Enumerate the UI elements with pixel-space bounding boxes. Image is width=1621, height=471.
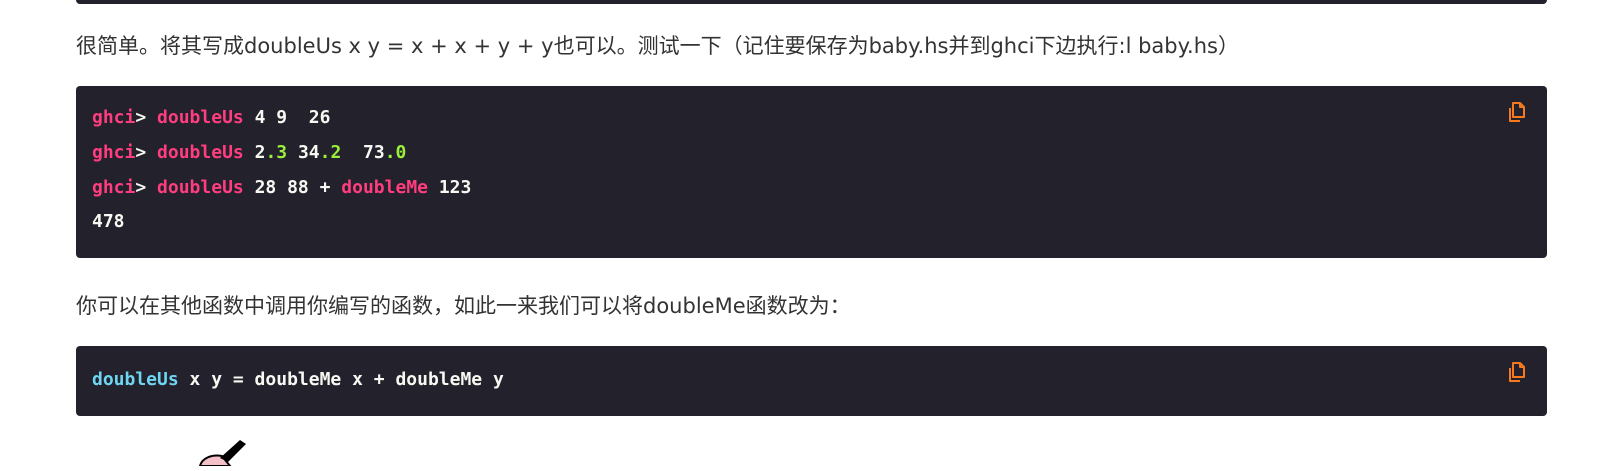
code-line-3: ghci> doubleUs 28 88 + doubleMe 123 xyxy=(92,176,471,200)
code-line-1: ghci> doubleUs 4 9 26 xyxy=(92,106,330,130)
function-name: doubleUs xyxy=(92,369,179,390)
number-frac: .2 xyxy=(319,142,342,163)
code-line-2: ghci> doubleUs 2.3 34.2 73.0 xyxy=(92,141,406,165)
function-name: doubleUs xyxy=(157,142,244,163)
code-output-line: 478 xyxy=(92,211,125,232)
prompt-arrow: > xyxy=(135,177,147,198)
number-int: 34 xyxy=(287,142,320,163)
code-args: 28 88 + xyxy=(243,177,342,198)
code-block-ghci-session: ghci> doubleUs 4 9 26 ghci> doubleUs 2.3… xyxy=(76,86,1547,258)
copy-icon[interactable] xyxy=(1505,100,1529,124)
function-name: doubleUs xyxy=(157,107,244,128)
ghci-prompt: ghci xyxy=(92,142,136,163)
prompt-arrow: > xyxy=(135,107,147,128)
number-int: 73 xyxy=(341,142,385,163)
function-name: doubleMe xyxy=(341,177,428,198)
code-args: 4 9 26 xyxy=(243,107,331,128)
code-line-definition: doubleUs x y = doubleMe x + doubleMe y xyxy=(92,368,504,392)
ghci-prompt: ghci xyxy=(92,177,136,198)
prompt-arrow: > xyxy=(135,142,147,163)
copy-icon[interactable] xyxy=(1505,360,1529,384)
number-int: 2 xyxy=(254,142,266,163)
code-args: 123 xyxy=(428,177,472,198)
paragraph-test-instructions: 很简单。将其写成doubleUs x y = x + x + y + y也可以。… xyxy=(76,34,1239,58)
number-frac: .0 xyxy=(384,142,407,163)
previous-code-block-edge xyxy=(76,0,1547,4)
code-block-doubleus-definition: doubleUs x y = doubleMe x + doubleMe y xyxy=(76,346,1547,416)
lambda-mascot-image xyxy=(190,436,260,471)
paragraph-call-functions: 你可以在其他函数中调用你编写的函数，如此一来我们可以将doubleMe函数改为： xyxy=(76,294,851,318)
ghci-prompt: ghci xyxy=(92,107,136,128)
number-frac: .3 xyxy=(265,142,288,163)
function-name: doubleUs xyxy=(157,177,244,198)
code-expression: x y = doubleMe x + doubleMe y xyxy=(178,369,504,390)
